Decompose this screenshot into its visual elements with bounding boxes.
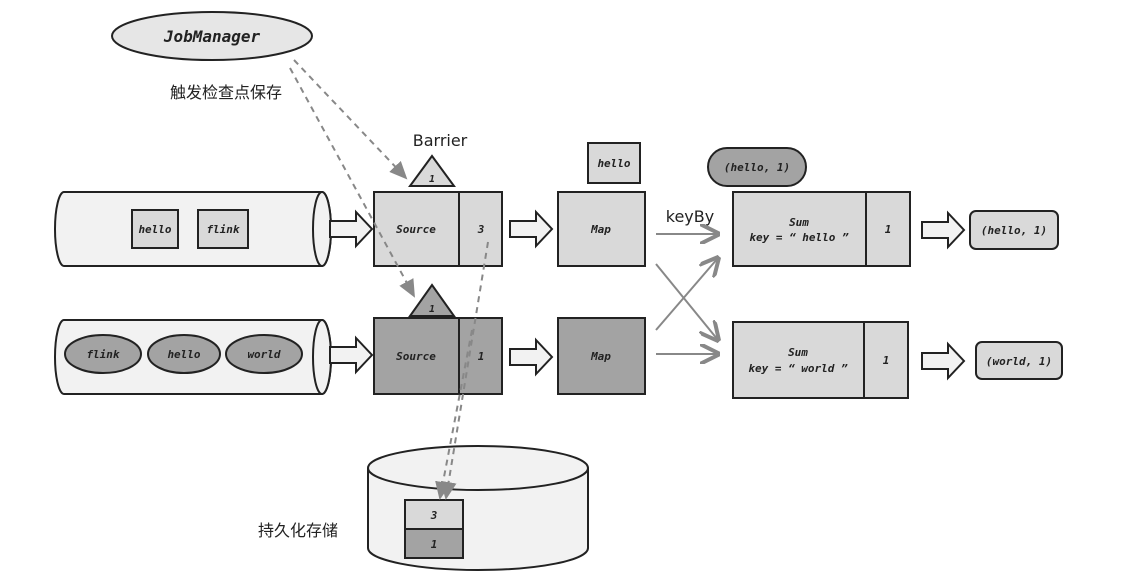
- sum-operator-2: Sum key = “ world ” 1: [732, 321, 909, 399]
- map-operator-1: Map hello: [557, 142, 646, 267]
- flow-arrow: [921, 212, 965, 248]
- event-label: world: [247, 348, 280, 361]
- source-operator-1: Source 3: [373, 191, 503, 267]
- flow-arrow: [921, 343, 965, 379]
- event-label: hello: [167, 348, 200, 361]
- svg-text:1: 1: [478, 350, 485, 363]
- pending-record: (hello, 1): [707, 147, 807, 187]
- flow-arrow: [509, 211, 553, 247]
- svg-text:Sum: Sum: [788, 346, 808, 359]
- svg-text:(hello, 1): (hello, 1): [724, 161, 790, 174]
- flow-arrow: [329, 337, 373, 373]
- event-label: flink: [86, 348, 119, 361]
- svg-text:(world, 1): (world, 1): [986, 355, 1052, 368]
- svg-text:1: 1: [885, 223, 892, 236]
- barrier-1: 1: [408, 154, 456, 187]
- flow-arrow: [329, 211, 373, 247]
- flow-arrow: [509, 339, 553, 375]
- output-record-1: (hello, 1): [969, 210, 1059, 250]
- svg-text:hello: hello: [597, 157, 630, 170]
- keyby-arrow: [655, 263, 718, 340]
- keyby-label: keyBy: [666, 207, 714, 226]
- svg-text:1: 1: [429, 304, 435, 315]
- checkpoint-dashed-lines: [289, 59, 489, 500]
- svg-text:1: 1: [431, 538, 438, 551]
- storage-label: 持久化存储: [258, 521, 338, 540]
- map-operator-2: Map: [557, 317, 646, 395]
- svg-text:1: 1: [429, 174, 435, 185]
- source-operator-2: Source 1: [373, 317, 503, 395]
- svg-text:key = “ world ”: key = “ world ”: [748, 362, 848, 375]
- barrier-label: Barrier: [413, 131, 468, 150]
- input-stream-1: hello flink: [54, 191, 332, 267]
- svg-text:(hello, 1): (hello, 1): [981, 224, 1047, 237]
- output-record-2: (world, 1): [975, 341, 1063, 380]
- svg-text:1: 1: [883, 354, 890, 367]
- sum-operator-1: Sum key = “ hello ” 1: [732, 191, 911, 267]
- svg-text:Sum: Sum: [789, 216, 809, 229]
- svg-text:Source: Source: [396, 350, 436, 363]
- svg-text:Map: Map: [590, 223, 611, 236]
- svg-text:key = “ hello ”: key = “ hello ”: [749, 231, 849, 244]
- checkpoint-diagram: JobManager 触发检查点保存 Barrier hello flink S…: [54, 11, 1063, 571]
- event-label: flink: [206, 223, 239, 236]
- svg-text:Map: Map: [590, 350, 611, 363]
- svg-text:3: 3: [477, 223, 485, 236]
- keyby-arrow: [655, 258, 718, 331]
- event-label: hello: [138, 223, 171, 236]
- input-stream-2: flink hello world: [54, 319, 332, 395]
- trigger-label: 触发检查点保存: [170, 83, 282, 102]
- persistent-storage: 3 1: [367, 445, 589, 571]
- svg-text:Source: Source: [396, 223, 436, 236]
- jobmanager-label: JobManager: [163, 27, 261, 46]
- barrier-2: 1: [408, 283, 456, 317]
- svg-text:3: 3: [430, 509, 438, 522]
